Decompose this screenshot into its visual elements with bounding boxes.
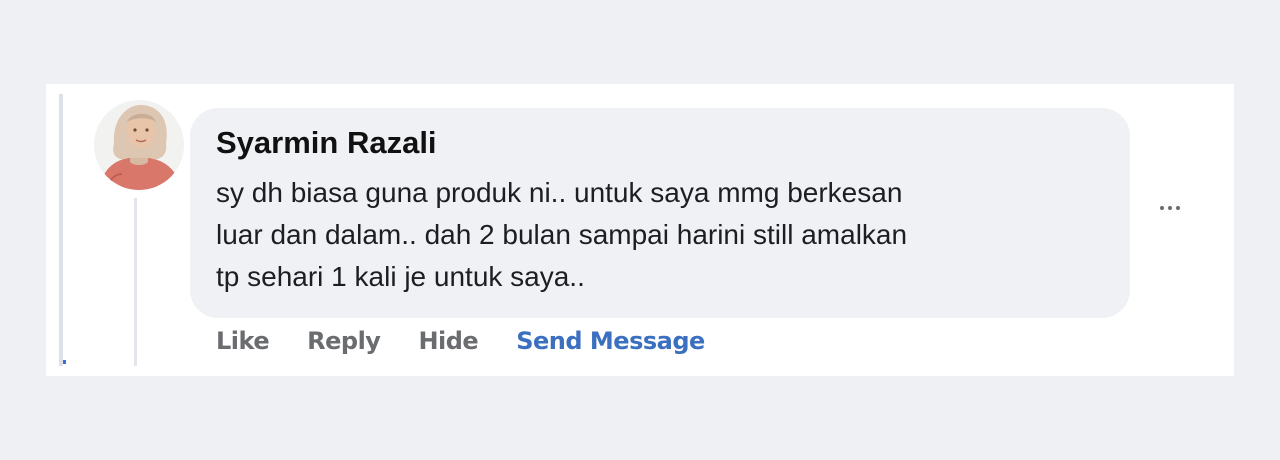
avatar-photo <box>94 100 184 190</box>
comment-text-line: luar dan dalam.. dah 2 bulan sampai hari… <box>216 219 908 250</box>
more-options-icon[interactable] <box>1150 196 1190 220</box>
thread-line <box>59 94 63 366</box>
more-dot <box>1176 206 1180 210</box>
comment-text-line: tp sehari 1 kali je untuk saya.. <box>216 261 585 292</box>
thread-indicator <box>63 360 66 364</box>
comment-author[interactable]: Syarmin Razali <box>216 125 437 161</box>
like-button[interactable]: Like <box>216 327 270 355</box>
reply-button[interactable]: Reply <box>307 327 381 355</box>
comment-panel: Syarmin Razali sy dh biasa guna produk n… <box>46 84 1234 376</box>
comment-text-line: sy dh biasa guna produk ni.. untuk saya … <box>216 177 903 208</box>
comment-bubble: Syarmin Razali sy dh biasa guna produk n… <box>190 108 1130 318</box>
send-message-button[interactable]: Send Message <box>516 327 705 355</box>
reply-thread-line <box>134 198 137 366</box>
avatar[interactable] <box>94 100 184 190</box>
comment-actions: Like Reply Hide Send Message <box>216 324 743 358</box>
comment-text: sy dh biasa guna produk ni.. untuk saya … <box>216 172 1116 298</box>
more-dot <box>1160 206 1164 210</box>
more-dot <box>1168 206 1172 210</box>
hide-button[interactable]: Hide <box>418 327 478 355</box>
